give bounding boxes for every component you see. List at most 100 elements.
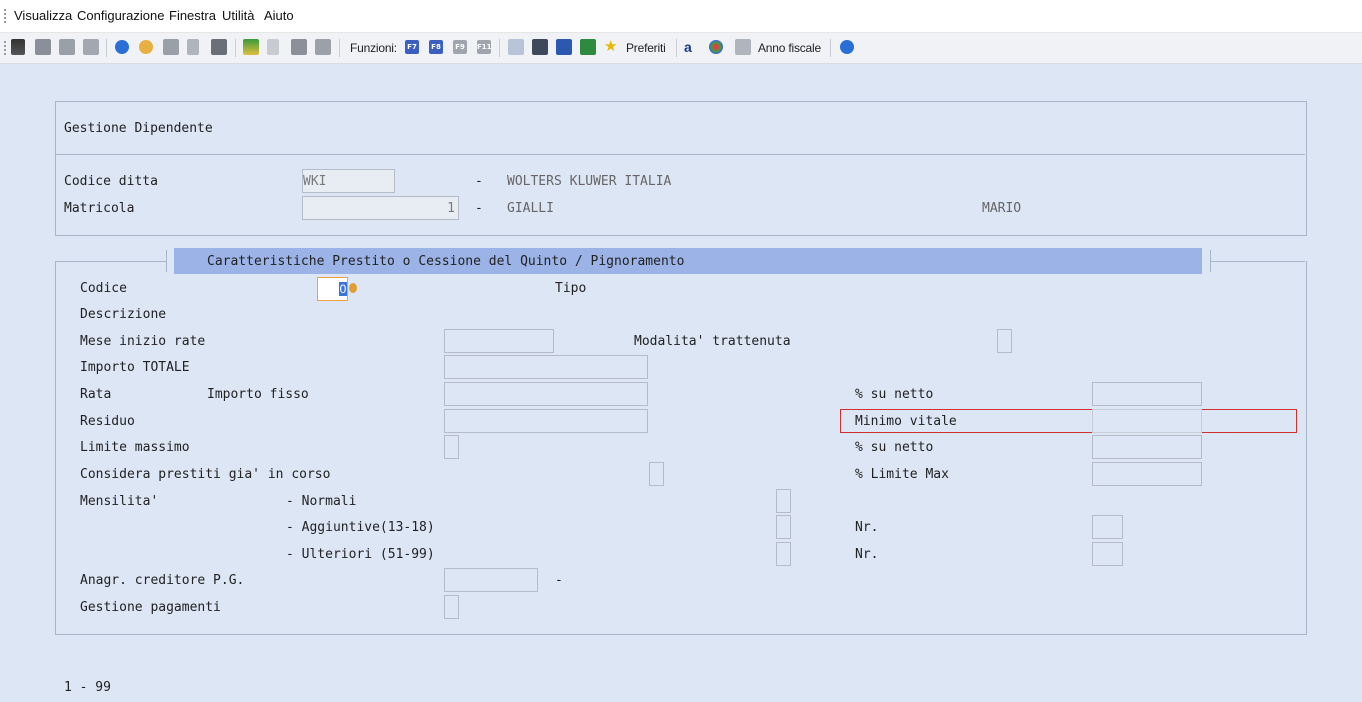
normali-field[interactable] <box>776 489 791 513</box>
su-netto-label: % su netto <box>855 387 934 402</box>
nr-ulteriori-field[interactable] <box>1092 542 1123 566</box>
toolbar-separator <box>499 39 500 57</box>
color-palette-icon[interactable] <box>709 40 723 54</box>
minimo-vitale-field[interactable] <box>1092 409 1202 433</box>
codice-value: 0 <box>339 282 347 296</box>
preferiti-button[interactable]: Preferiti <box>626 41 666 55</box>
f7-key-button[interactable]: F7 <box>405 40 419 54</box>
page-title: Gestione Dipendente <box>64 121 213 136</box>
mese-inizio-field[interactable] <box>444 329 554 353</box>
document-icon[interactable] <box>187 39 199 55</box>
descrizione-label: Descrizione <box>80 307 167 322</box>
books-icon[interactable] <box>243 39 259 55</box>
menu-finestra[interactable]: Finestra <box>169 8 216 23</box>
menu-aiuto[interactable]: Aiuto <box>264 8 294 23</box>
nr-aggiuntive-field[interactable] <box>1092 515 1123 539</box>
tipo-label: Tipo <box>555 281 587 296</box>
su-netto2-label: % su netto <box>855 440 934 455</box>
gestione-pagamenti-label: Gestione pagamenti <box>80 600 221 615</box>
excel-icon[interactable] <box>580 39 596 55</box>
matricola-field[interactable]: 1 <box>302 196 459 220</box>
anno-fiscale-button[interactable]: Anno fiscale <box>758 41 821 55</box>
normali-label: - Normali <box>286 494 357 509</box>
su-netto2-field[interactable] <box>1092 435 1202 459</box>
codice-ditta-field[interactable]: WKI <box>302 169 395 193</box>
lookup-icon[interactable] <box>349 283 357 293</box>
su-netto-field[interactable] <box>1092 382 1202 406</box>
matricola-label: Matricola <box>64 201 135 216</box>
funzioni-label: Funzioni: <box>350 41 397 55</box>
rata-label: Rata <box>80 387 112 402</box>
info-icon[interactable] <box>840 40 854 54</box>
f11-key-button[interactable]: F11 <box>477 40 492 54</box>
importo-fisso-label: Importo fisso <box>207 387 309 402</box>
limite-massimo-field[interactable] <box>444 435 459 459</box>
header-divider <box>56 154 1305 155</box>
importo-totale-field[interactable] <box>444 355 648 379</box>
minimo-vitale-label: Minimo vitale <box>855 414 957 429</box>
range-hint: 1 - 99 <box>64 680 111 695</box>
menu-utilita[interactable]: Utilità <box>222 8 255 23</box>
menu-configurazione[interactable]: Configurazione <box>77 8 164 23</box>
f9-key-button[interactable]: F9 <box>453 40 467 54</box>
exit-icon[interactable] <box>11 39 25 55</box>
save-icon[interactable] <box>35 39 51 55</box>
considera-label: Considera prestiti gia' in corso <box>80 467 331 482</box>
search-help-icon[interactable] <box>139 40 153 54</box>
toolbar-separator <box>676 39 677 57</box>
toolbar-separator <box>830 39 831 57</box>
anagr-label: Anagr. creditore P.G. <box>80 573 245 588</box>
modalita-field[interactable] <box>997 329 1012 353</box>
residuo-field[interactable] <box>444 409 648 433</box>
nr-label: Nr. <box>855 520 879 535</box>
mese-inizio-label: Mese inizio rate <box>80 334 206 349</box>
importo-totale-label: Importo TOTALE <box>80 360 190 375</box>
employee-header-panel <box>55 101 1307 236</box>
database-icon[interactable] <box>163 39 179 55</box>
toolbar-grip <box>4 41 6 55</box>
anagr-field[interactable] <box>444 568 538 592</box>
star-icon[interactable]: ★ <box>604 39 620 55</box>
ditta-name: WOLTERS KLUWER ITALIA <box>507 174 672 189</box>
menu-bar: Visualizza Configurazione Finestra Utili… <box>0 0 1362 33</box>
print-icon[interactable] <box>83 39 99 55</box>
web-icon[interactable] <box>532 39 548 55</box>
delete-icon[interactable] <box>59 39 75 55</box>
panel-tick-left <box>166 250 167 272</box>
tag-icon[interactable] <box>315 39 331 55</box>
ulteriori-field[interactable] <box>776 542 791 566</box>
modalita-label: Modalita' trattenuta <box>634 334 791 349</box>
matricola-value: 1 <box>447 201 455 216</box>
matricola-dash: - <box>475 201 483 216</box>
panel-top-line-right <box>1211 261 1305 262</box>
codice-label: Codice <box>80 281 127 296</box>
considera-field[interactable] <box>649 462 664 486</box>
residuo-label: Residuo <box>80 414 135 429</box>
mail-icon[interactable] <box>508 39 524 55</box>
aggiuntive-label: - Aggiuntive(13-18) <box>286 520 435 535</box>
section-header: Caratteristiche Prestito o Cessione del … <box>174 248 1202 274</box>
nome-value: MARIO <box>982 201 1022 216</box>
calendar-icon[interactable] <box>735 39 751 55</box>
codice-ditta-label: Codice ditta <box>64 174 158 189</box>
anagr-dash: - <box>555 573 563 588</box>
euro-icon[interactable] <box>211 39 227 55</box>
page-icon[interactable] <box>267 39 279 55</box>
panel-top-line-left <box>56 261 167 262</box>
help-icon[interactable] <box>115 40 129 54</box>
word-icon[interactable] <box>556 39 572 55</box>
codice-input[interactable]: 0 <box>317 277 348 301</box>
stack-icon[interactable] <box>291 39 307 55</box>
ditta-dash: - <box>475 174 483 189</box>
importo-fisso-field[interactable] <box>444 382 648 406</box>
toolbar-separator <box>339 39 340 57</box>
codice-ditta-value: WKI <box>303 174 327 189</box>
font-icon[interactable]: a <box>684 39 700 55</box>
menu-visualizza[interactable]: Visualizza <box>14 8 72 23</box>
aggiuntive-field[interactable] <box>776 515 791 539</box>
limite-max-field[interactable] <box>1092 462 1202 486</box>
section-title: Caratteristiche Prestito o Cessione del … <box>207 254 685 269</box>
gestione-pagamenti-field[interactable] <box>444 595 459 619</box>
f8-key-button[interactable]: F8 <box>429 40 443 54</box>
toolbar: Funzioni: F7 F8 F9 F11 ★ Preferiti a Ann… <box>0 33 1362 64</box>
